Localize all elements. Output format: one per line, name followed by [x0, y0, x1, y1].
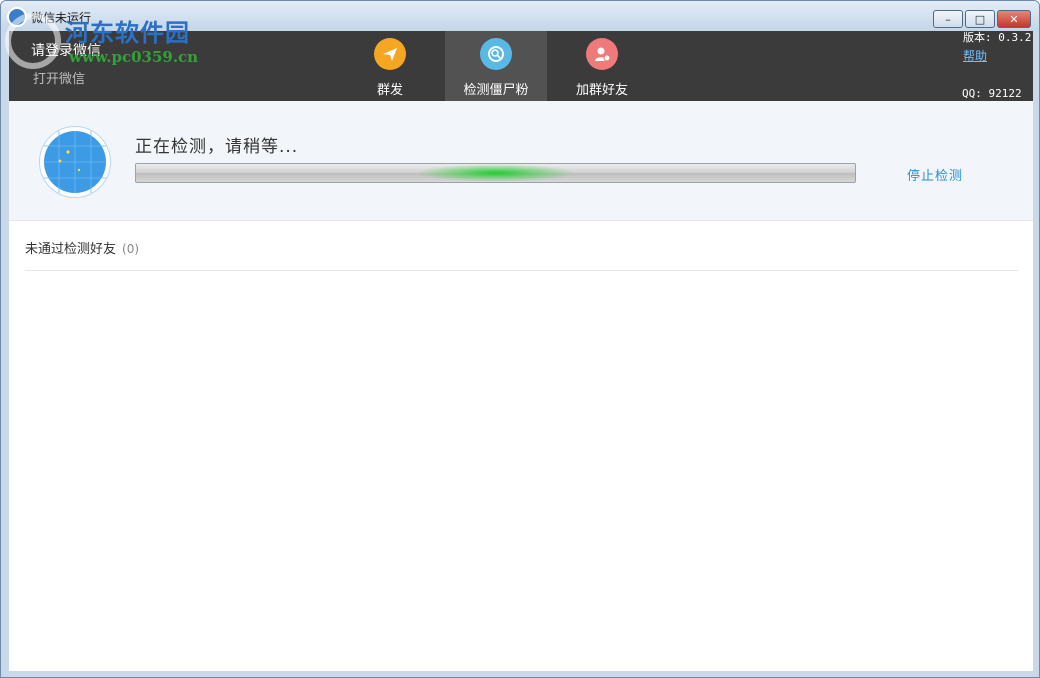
help-link[interactable]: 帮助: [963, 47, 987, 64]
tab-detect-zombie[interactable]: 检测僵尸粉: [445, 31, 547, 101]
login-prompt[interactable]: 请登录微信: [31, 40, 101, 60]
tab-label: 加群好友: [575, 83, 628, 98]
detect-icon: [480, 38, 512, 70]
detection-panel: 正在检测，请稍等... 停止检测: [9, 101, 1033, 221]
title-bar[interactable]: 微信未运行 – □ ✕: [1, 1, 1039, 31]
progress-indicator: [416, 164, 576, 182]
detection-progress-bar: [135, 163, 856, 183]
tab-label: 检测僵尸粉: [463, 83, 529, 98]
restore-button[interactable]: □: [965, 10, 995, 28]
minimize-button[interactable]: –: [933, 10, 963, 28]
failed-friends-header: 未通过检测好友 (0): [25, 238, 139, 257]
window-controls: – □ ✕: [931, 10, 1031, 28]
radar-icon: [39, 126, 111, 198]
window-title: 微信未运行: [31, 11, 92, 25]
tab-add-group-friends[interactable]: 加群好友: [551, 31, 653, 101]
top-toolbar: 请登录微信 打开微信 群发 检测僵尸粉 加群好友 版本: 0.3.2 帮助 QQ…: [9, 31, 1033, 101]
failed-friends-title: 未通过检测好友: [25, 242, 117, 257]
app-logo-icon: [7, 7, 27, 27]
tab-mass-send[interactable]: 群发: [339, 31, 441, 101]
failed-friends-count: (0): [122, 242, 140, 256]
failed-friends-panel: 未通过检测好友 (0): [9, 221, 1033, 671]
send-icon: [374, 38, 406, 70]
divider: [25, 270, 1018, 271]
stop-detection-button[interactable]: 停止检测: [907, 165, 963, 184]
feature-tabs: 群发 检测僵尸粉 加群好友: [339, 31, 657, 101]
add-friend-icon: [586, 38, 618, 70]
app-window: 微信未运行 – □ ✕ 请登录微信 打开微信 群发 检测僵尸粉 加群好友 版本:…: [0, 0, 1040, 678]
tab-label: 群发: [376, 83, 403, 98]
open-wechat-link[interactable]: 打开微信: [33, 68, 85, 87]
qq-label: QQ: 92122: [962, 87, 1022, 100]
detection-status: 正在检测，请稍等...: [135, 137, 299, 157]
version-label: 版本: 0.3.2: [963, 31, 1032, 44]
close-button[interactable]: ✕: [997, 10, 1031, 28]
